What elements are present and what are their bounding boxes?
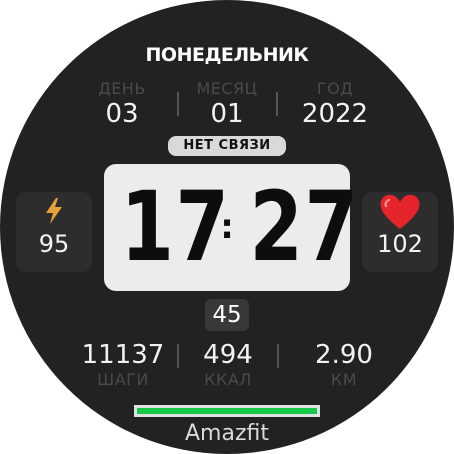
distance-value: 2.90 [315, 340, 373, 370]
weekday-label: ПОНЕДЕЛЬНИК [145, 44, 309, 66]
day-label: ДЕНЬ [98, 79, 146, 98]
heart-rate-widget[interactable]: 102 [362, 192, 438, 272]
stats-divider [277, 344, 279, 368]
seconds-display: 45 [205, 299, 249, 331]
month-label: МЕСЯЦ [196, 79, 258, 98]
battery-widget[interactable]: 95 [16, 192, 92, 272]
steps-progress-fill [137, 408, 317, 414]
steps-value: 11137 [81, 340, 165, 370]
heart-rate-value: 102 [377, 230, 423, 258]
time-display: 17 : 27 [104, 164, 360, 291]
date-divider [276, 92, 278, 116]
month-value: 01 [210, 99, 244, 129]
steps-label: ШАГИ [97, 370, 149, 389]
time-colon: : [220, 207, 234, 247]
brand-label: Amazfit [185, 421, 269, 446]
hours-digits: 17 [120, 171, 231, 283]
day-value: 03 [105, 99, 139, 129]
connection-status-badge: НЕТ СВЯЗИ [168, 136, 286, 156]
battery-value: 95 [38, 230, 70, 258]
calories-value: 494 [203, 340, 253, 370]
distance-label: КМ [330, 370, 358, 389]
watch-face: ПОНЕДЕЛЬНИК ДЕНЬ МЕСЯЦ ГОД 03 01 2022 НЕ… [0, 0, 454, 454]
lightning-bolt-icon [46, 198, 62, 224]
steps-progress-bar [134, 405, 320, 417]
year-value: 2022 [301, 99, 369, 129]
year-label: ГОД [316, 79, 354, 98]
minutes-digits: 27 [249, 171, 360, 283]
calories-label: ККАЛ [204, 370, 252, 389]
heart-icon [380, 194, 420, 229]
date-divider [177, 92, 179, 116]
stats-divider [177, 344, 179, 368]
